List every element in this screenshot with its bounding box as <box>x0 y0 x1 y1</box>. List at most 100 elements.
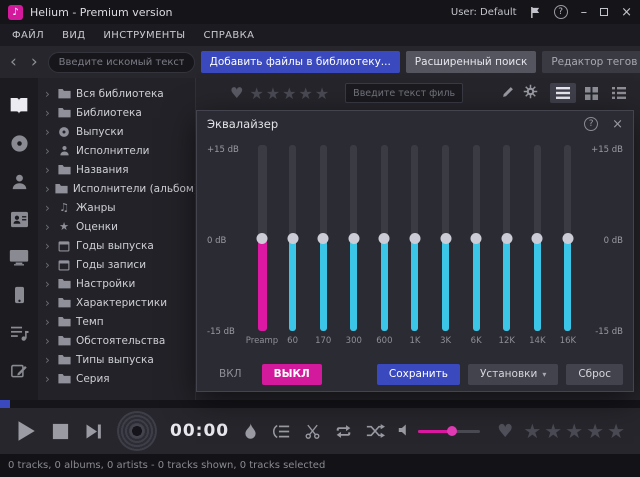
eq-thumb[interactable] <box>501 233 512 244</box>
tree-item[interactable]: ›Исполнители (альбом) <box>38 179 195 198</box>
eq-thumb[interactable] <box>318 233 329 244</box>
shuffle-icon[interactable] <box>366 423 385 439</box>
playlist-icon[interactable] <box>0 314 38 352</box>
edit-pencil-icon[interactable] <box>501 85 515 102</box>
menu-tools[interactable]: ИНСТРУМЕНТЫ <box>103 30 185 41</box>
tree-item[interactable]: ›Годы выпуска <box>38 236 195 255</box>
eq-thumb[interactable] <box>532 233 543 244</box>
add-files-button[interactable]: Добавить файлы в библиотеку... <box>201 51 400 73</box>
star-icon[interactable]: ★ <box>544 419 565 443</box>
chevron-expand-icon[interactable]: › <box>45 88 52 100</box>
play-button[interactable] <box>12 418 38 444</box>
volume-slider[interactable] <box>418 425 480 437</box>
flag-icon[interactable] <box>530 6 541 19</box>
eq-slider-6K[interactable] <box>473 145 480 331</box>
repeat-icon[interactable] <box>334 423 353 440</box>
tree-item[interactable]: ›Темп <box>38 312 195 331</box>
flame-icon[interactable] <box>242 422 259 441</box>
back-icon[interactable]: ‹ <box>6 54 21 71</box>
eq-thumb[interactable] <box>379 233 390 244</box>
phone-icon[interactable] <box>0 276 38 314</box>
view-list-button[interactable] <box>550 83 576 103</box>
maximize-icon[interactable] <box>600 6 608 19</box>
chevron-expand-icon[interactable]: › <box>45 164 52 176</box>
filter-input[interactable] <box>345 83 463 103</box>
chevron-expand-icon[interactable]: › <box>45 202 52 214</box>
gear-icon[interactable] <box>523 84 538 102</box>
chevron-expand-icon[interactable]: › <box>45 183 50 195</box>
seek-bar[interactable] <box>0 400 640 408</box>
menu-view[interactable]: ВИД <box>62 30 85 41</box>
eq-slider-12K[interactable] <box>503 145 510 331</box>
view-grid-button[interactable] <box>578 83 604 103</box>
tree-item[interactable]: ›Вся библиотека <box>38 84 195 103</box>
eq-thumb[interactable] <box>440 233 451 244</box>
eq-slider-14K[interactable] <box>534 145 541 331</box>
close-icon[interactable]: × <box>621 6 632 19</box>
eq-save-button[interactable]: Сохранить <box>377 364 460 385</box>
view-details-button[interactable] <box>606 83 632 103</box>
eq-slider-300[interactable] <box>350 145 357 331</box>
favorite-heart-icon[interactable]: ♥ <box>497 421 513 442</box>
devices-icon[interactable] <box>0 238 38 276</box>
chevron-expand-icon[interactable]: › <box>45 259 52 271</box>
star-icon[interactable]: ★ <box>586 419 607 443</box>
eq-thumb[interactable] <box>287 233 298 244</box>
eq-thumb[interactable] <box>562 233 573 244</box>
star-icon[interactable]: ★ <box>266 84 282 103</box>
eq-presets-button[interactable]: Установки▾ <box>468 364 558 385</box>
advanced-search-button[interactable]: Расширенный поиск <box>406 51 537 73</box>
eq-slider-1K[interactable] <box>411 145 418 331</box>
contacts-icon[interactable] <box>0 200 38 238</box>
artist-icon[interactable] <box>0 162 38 200</box>
forward-icon[interactable]: › <box>27 54 42 71</box>
eq-thumb[interactable] <box>257 233 268 244</box>
tree-item[interactable]: ›Выпуски <box>38 122 195 141</box>
eq-slider-16K[interactable] <box>564 145 571 331</box>
scissors-icon[interactable] <box>304 423 321 440</box>
tree-item[interactable]: ›Библиотека <box>38 103 195 122</box>
chevron-expand-icon[interactable]: › <box>45 354 52 366</box>
eq-slider-170[interactable] <box>320 145 327 331</box>
dialog-help-icon[interactable]: ? <box>584 117 598 131</box>
tree-item[interactable]: ›Серия <box>38 369 195 388</box>
chevron-expand-icon[interactable]: › <box>45 107 52 119</box>
chevron-expand-icon[interactable]: › <box>45 240 52 252</box>
tag-editor-button[interactable]: Редактор тегов <box>542 51 640 73</box>
eq-slider-3K[interactable] <box>442 145 449 331</box>
eq-thumb[interactable] <box>409 233 420 244</box>
chevron-expand-icon[interactable]: › <box>45 373 52 385</box>
library-icon[interactable] <box>0 86 38 124</box>
chevron-expand-icon[interactable]: › <box>45 316 52 328</box>
chevron-expand-icon[interactable]: › <box>45 335 52 347</box>
tree-item[interactable]: ›★Оценки <box>38 217 195 236</box>
star-icon[interactable]: ★ <box>315 84 331 103</box>
star-icon[interactable]: ★ <box>282 84 298 103</box>
tree-item[interactable]: ›Названия <box>38 160 195 179</box>
star-icon[interactable]: ★ <box>565 419 586 443</box>
menu-help[interactable]: СПРАВКА <box>203 30 254 41</box>
menu-file[interactable]: ФАЙЛ <box>12 30 44 41</box>
tree-item[interactable]: ›Типы выпуска <box>38 350 195 369</box>
favorite-heart-icon[interactable]: ♥ <box>230 84 243 102</box>
chevron-expand-icon[interactable]: › <box>45 297 52 309</box>
eq-off-button[interactable]: ВЫКЛ <box>262 364 322 385</box>
queue-icon[interactable] <box>272 423 291 440</box>
search-input[interactable] <box>48 52 195 73</box>
tree-item[interactable]: ›Характеристики <box>38 293 195 312</box>
star-icon[interactable]: ★ <box>249 84 265 103</box>
tree-item[interactable]: ›♫Жанры <box>38 198 195 217</box>
speaker-icon[interactable] <box>398 423 412 440</box>
disc-icon[interactable] <box>0 124 38 162</box>
tree-item[interactable]: ›Годы записи <box>38 255 195 274</box>
eq-slider-60[interactable] <box>289 145 296 331</box>
eq-thumb[interactable] <box>471 233 482 244</box>
chevron-expand-icon[interactable]: › <box>45 221 52 233</box>
eq-on-button[interactable]: ВКЛ <box>207 364 254 385</box>
volume-thumb[interactable] <box>447 426 457 436</box>
tree-item[interactable]: ›Исполнители <box>38 141 195 160</box>
tree-item[interactable]: ›Настройки <box>38 274 195 293</box>
chevron-expand-icon[interactable]: › <box>45 126 52 138</box>
compose-icon[interactable] <box>0 352 38 390</box>
star-icon[interactable]: ★ <box>298 84 314 103</box>
